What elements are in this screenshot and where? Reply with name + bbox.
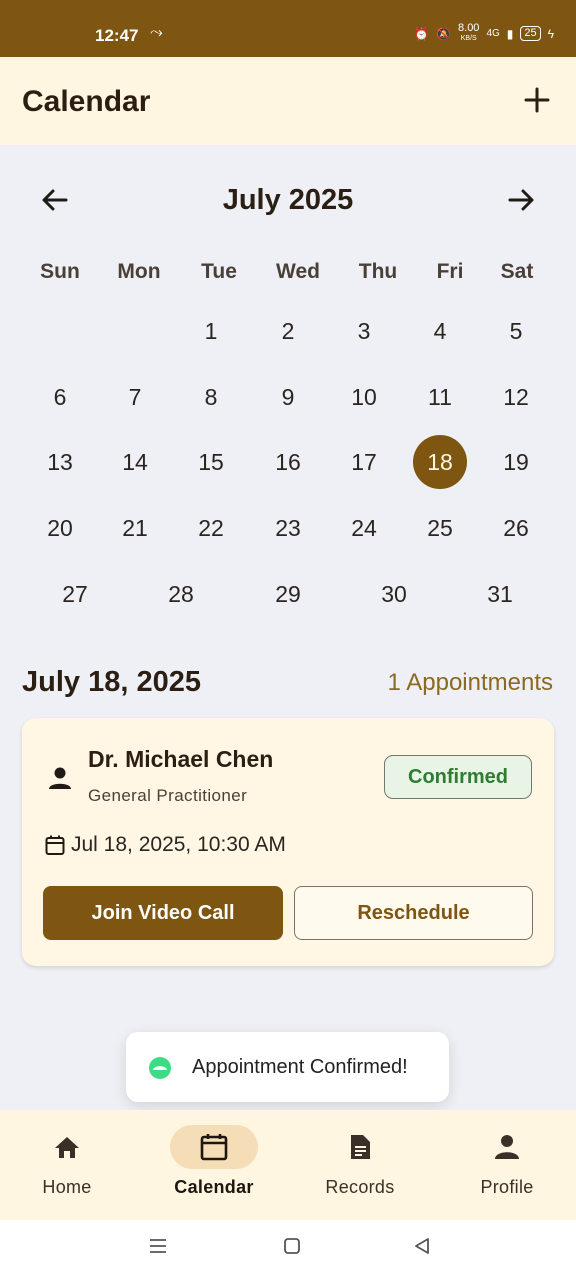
doctor-specialty: General Practitioner — [88, 786, 248, 805]
page-title: Calendar — [22, 85, 151, 118]
mute-icon: 🔕 — [436, 26, 452, 41]
nav-item-records[interactable]: Records — [295, 1110, 425, 1220]
doctor-name: Dr. Michael Chen — [88, 746, 274, 772]
calendar-day[interactable]: 6 — [33, 370, 87, 424]
reschedule-button[interactable]: Reschedule — [294, 886, 533, 940]
calendar-icon — [200, 1134, 228, 1161]
net-speed-value: 8.00 — [458, 22, 480, 34]
calendar-day[interactable]: 12 — [489, 370, 543, 424]
nav-item-calendar[interactable]: Calendar — [149, 1110, 279, 1220]
plus-icon[interactable] — [520, 83, 554, 117]
status-icons: ⏰ 🔕 8.00 KB/S 4G ▮ 25 ϟ — [414, 22, 554, 43]
status-badge: Confirmed — [384, 755, 532, 799]
calendar-day[interactable]: 28 — [154, 567, 208, 621]
appointment-card[interactable]: Dr. Michael Chen General Practitioner Co… — [22, 718, 554, 966]
menu-icon[interactable] — [146, 1234, 170, 1258]
calendar-day[interactable]: 16 — [261, 435, 315, 489]
person-icon — [49, 767, 71, 789]
join-video-call-button[interactable]: Join Video Call — [43, 886, 283, 940]
calendar-day[interactable]: 3 — [337, 304, 391, 358]
status-bar: 12:47 ⤳ ⏰ 🔕 8.00 KB/S 4G ▮ 25 ϟ — [0, 0, 576, 57]
weekday-wed: Wed — [276, 260, 320, 283]
toast-message: Appointment Confirmed! — [192, 1056, 408, 1078]
calendar-day[interactable]: 21 — [108, 501, 162, 555]
appointment-datetime: Jul 18, 2025, 10:30 AM — [71, 833, 286, 856]
net-speed-unit: KB/S — [460, 35, 477, 42]
home-button-icon[interactable] — [280, 1234, 304, 1258]
calendar-day[interactable]: 27 — [48, 567, 102, 621]
signal-type: 4G — [486, 28, 500, 39]
calendar-day[interactable]: 9 — [261, 370, 315, 424]
app-bar: Calendar — [0, 57, 576, 145]
calendar-day[interactable]: 14 — [108, 435, 162, 489]
calendar-day[interactable]: 22 — [184, 501, 238, 555]
nav-item-profile[interactable]: Profile — [442, 1110, 572, 1220]
calendar-day[interactable]: 2 — [261, 304, 315, 358]
alarm-icon: ⏰ — [414, 26, 430, 41]
weekday-tue: Tue — [201, 260, 237, 283]
calendar-day[interactable]: 19 — [489, 435, 543, 489]
calendar-day-selected[interactable]: 18 — [413, 435, 467, 489]
calendar-day[interactable]: 10 — [337, 370, 391, 424]
net-speed: 8.00 KB/S — [458, 22, 480, 43]
weekday-sun: Sun — [40, 260, 80, 283]
back-icon[interactable] — [410, 1234, 434, 1258]
appointment-count: 1 Appointments — [387, 669, 553, 696]
missed-call-icon: ⤳ — [150, 24, 163, 41]
nav-label-calendar: Calendar — [174, 1177, 254, 1197]
month-navigation: July 2025 — [0, 170, 576, 230]
document-icon — [351, 1135, 370, 1159]
bottom-navigation: Home Calendar Records Profile — [0, 1110, 576, 1220]
calendar-day[interactable]: 31 — [473, 567, 527, 621]
calendar-day[interactable]: 17 — [337, 435, 391, 489]
weekday-sat: Sat — [500, 260, 534, 283]
weekday-mon: Mon — [117, 260, 161, 283]
calendar-day[interactable]: 25 — [413, 501, 467, 555]
signal-icon: ▮ — [506, 26, 514, 41]
home-icon — [55, 1137, 79, 1158]
calendar-day[interactable]: 11 — [413, 370, 467, 424]
nav-label-records: Records — [325, 1177, 395, 1197]
arrow-right-icon[interactable] — [503, 182, 539, 218]
calendar-day[interactable]: 7 — [108, 370, 162, 424]
weekday-fri: Fri — [436, 260, 464, 283]
person-icon — [495, 1135, 519, 1159]
calendar-day[interactable]: 20 — [33, 501, 87, 555]
calendar-day[interactable]: 15 — [184, 435, 238, 489]
calendar-day[interactable]: 29 — [261, 567, 315, 621]
nav-label-profile: Profile — [480, 1177, 534, 1197]
weekday-thu: Thu — [358, 260, 398, 283]
app-logo-icon — [149, 1057, 171, 1079]
nav-label-home: Home — [42, 1177, 92, 1197]
selected-date-heading: July 18, 2025 — [22, 666, 201, 698]
charging-icon: ϟ — [547, 26, 554, 41]
calendar-day[interactable]: 30 — [367, 567, 421, 621]
calendar-day[interactable]: 8 — [184, 370, 238, 424]
calendar-day[interactable]: 23 — [261, 501, 315, 555]
calendar-day[interactable]: 13 — [33, 435, 87, 489]
battery-icon: 25 — [520, 26, 541, 41]
month-title: July 2025 — [222, 184, 354, 216]
calendar-day[interactable]: 26 — [489, 501, 543, 555]
calendar-day[interactable]: 5 — [489, 304, 543, 358]
nav-item-home[interactable]: Home — [2, 1110, 132, 1220]
calendar-day[interactable]: 24 — [337, 501, 391, 555]
calendar-day[interactable]: 4 — [413, 304, 467, 358]
calendar-day[interactable]: 1 — [184, 304, 238, 358]
status-time: 12:47 — [95, 26, 139, 45]
toast-notification: Appointment Confirmed! — [126, 1032, 449, 1102]
system-navigation-bar — [0, 1220, 576, 1280]
calendar-icon — [45, 835, 65, 855]
